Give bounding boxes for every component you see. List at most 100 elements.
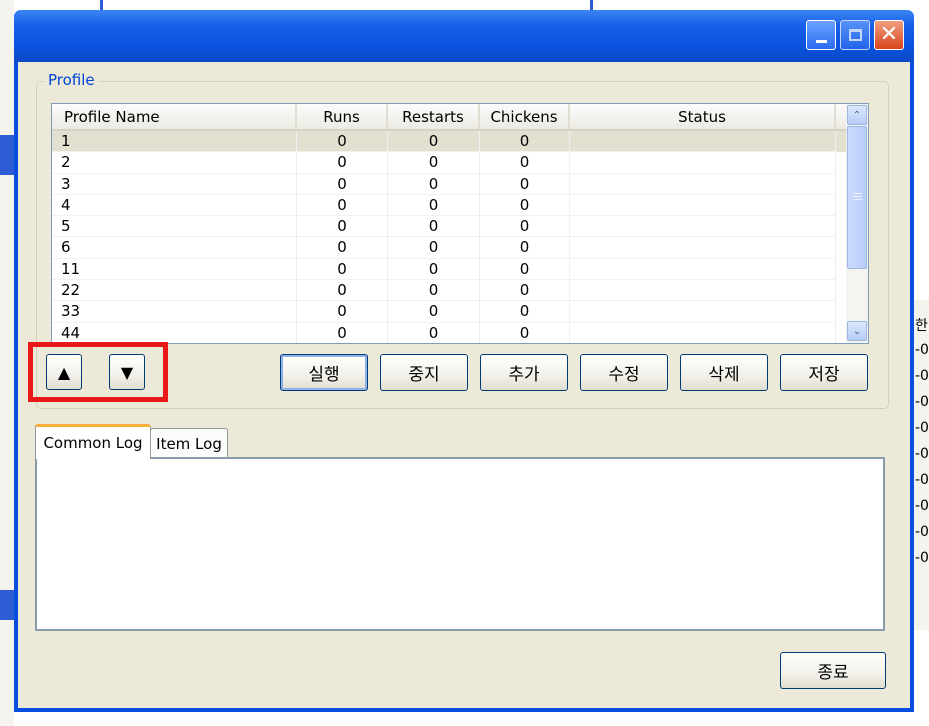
background-line [590,0,593,10]
tab-common-log[interactable]: Common Log [35,424,151,459]
scroll-thumb[interactable] [847,126,867,269]
save-button[interactable]: 저장 [780,354,868,391]
table-row[interactable]: 5000 [52,216,847,238]
minimize-button[interactable] [806,20,836,50]
table-cell-name: 3 [52,173,297,195]
table-cell-status [570,194,836,217]
move-up-button[interactable]: ▲ [46,354,82,390]
table-row[interactable]: 6000 [52,237,847,259]
table-cell-name: 33 [52,301,297,323]
chevron-up-icon: ⌃ [852,109,862,121]
scroll-grip [853,196,862,197]
minimize-icon [815,39,827,43]
table-cell-runs: 0 [297,152,388,174]
scroll-down-button[interactable]: ⌄ [847,321,867,341]
table-row[interactable]: 2000 [52,152,847,174]
title-bar[interactable]: ✕ [14,10,914,62]
table-cell-name: 2 [52,152,297,174]
run-button[interactable]: 실행 [280,354,368,391]
table-cell-restarts: 0 [388,152,480,174]
background-window-right: 한 -0 -0 -0 -0 -0 -0 -0 -0 -0 [912,300,929,630]
app-window: ✕ Profile Profile Name Runs Restarts Chi… [14,10,914,712]
table-cell-runs: 0 [297,216,388,238]
table-cell-status [570,237,836,259]
table-row[interactable]: 1000 [52,131,847,153]
table-row[interactable]: 33 0 0 0 [52,301,847,323]
table-cell-status [570,258,836,281]
background-glyph: -0 [915,368,929,384]
table-cell-name: 5 [52,216,297,238]
add-button[interactable]: 추가 [480,354,568,391]
table-cell-name: 6 [52,237,297,259]
table-cell-restarts: 0 [388,322,480,343]
scroll-grip [853,193,862,194]
table-cell-chickens: 0 [480,280,570,302]
list-body: 1 0 0 0 2 0 0 0 3 0 0 0 4 0 0 0 5 0 0 0 6 0 0 0 11 0 0 0 22 0 0 0 33 0 0 0 4… [52,131,847,343]
column-header-status[interactable]: Status [570,104,836,129]
table-cell-status [570,216,836,238]
table-cell-runs: 0 [297,131,388,153]
column-header-chickens[interactable]: Chickens [480,104,570,129]
scroll-up-button[interactable]: ⌃ [847,105,867,125]
column-header-profile-name[interactable]: Profile Name [52,104,297,129]
tab-item-log[interactable]: Item Log [150,428,228,458]
log-tab-panel [35,457,885,631]
table-cell-chickens: 0 [480,216,570,238]
background-glyph: -0 [915,498,929,514]
background-glyph: -0 [915,394,929,410]
table-cell-restarts: 0 [388,216,480,238]
delete-button[interactable]: 삭제 [680,354,768,391]
table-cell-name: 1 [52,131,297,153]
triangle-down-icon: ▼ [120,362,134,382]
background-line [100,0,103,10]
table-cell-status [570,280,836,302]
table-cell-restarts: 0 [388,131,480,153]
background-glyph: -0 [915,472,929,488]
background-glyph: -0 [915,550,929,566]
table-cell-name: 11 [52,258,297,281]
window-client-area: Profile Profile Name Runs Restarts Chick… [18,62,910,708]
table-cell-restarts: 0 [388,301,480,323]
edit-button[interactable]: 수정 [580,354,668,391]
background-glyph: 한 [915,318,928,334]
table-cell-restarts: 0 [388,194,480,217]
profile-group-label: Profile [44,71,99,89]
close-icon: ✕ [879,22,899,47]
table-cell-restarts: 0 [388,237,480,259]
background-window-left [0,0,14,726]
table-cell-status [570,131,836,153]
background-glyph: -0 [915,420,929,436]
background-glyph: -0 [915,342,929,358]
table-cell-chickens: 0 [480,301,570,323]
move-down-button[interactable]: ▼ [109,354,145,390]
list-scrollbar[interactable]: ⌃ ⌄ [846,104,868,343]
column-header-runs[interactable]: Runs [297,104,388,129]
stop-button[interactable]: 중지 [380,354,468,391]
maximize-button[interactable] [840,20,870,50]
table-row[interactable]: 44 0 0 0 [52,322,847,343]
table-row[interactable]: 4000 [52,194,847,217]
table-row[interactable]: 11 0 0 0 [52,258,847,281]
table-cell-runs: 0 [297,280,388,302]
background-glyph: -0 [915,524,929,540]
table-cell-name: 44 [52,322,297,343]
chevron-down-icon: ⌄ [852,325,862,337]
triangle-up-icon: ▲ [57,362,71,382]
table-cell-status [570,173,836,195]
table-cell-runs: 0 [297,237,388,259]
close-button[interactable]: ✕ [874,20,904,50]
table-cell-chickens: 0 [480,173,570,195]
table-cell-runs: 0 [297,301,388,323]
table-cell-chickens: 0 [480,237,570,259]
background-strip [0,590,14,620]
table-row[interactable]: 22 0 0 0 [52,280,847,302]
profile-list[interactable]: Profile Name Runs Restarts Chickens Stat… [51,103,869,344]
table-row[interactable]: 3000 [52,173,847,195]
common-log-textarea[interactable] [36,458,884,630]
table-cell-runs: 0 [297,194,388,217]
scroll-grip [853,199,862,200]
table-cell-runs: 0 [297,322,388,343]
table-cell-chickens: 0 [480,152,570,174]
column-header-restarts[interactable]: Restarts [388,104,480,129]
exit-button[interactable]: 종료 [780,652,886,689]
